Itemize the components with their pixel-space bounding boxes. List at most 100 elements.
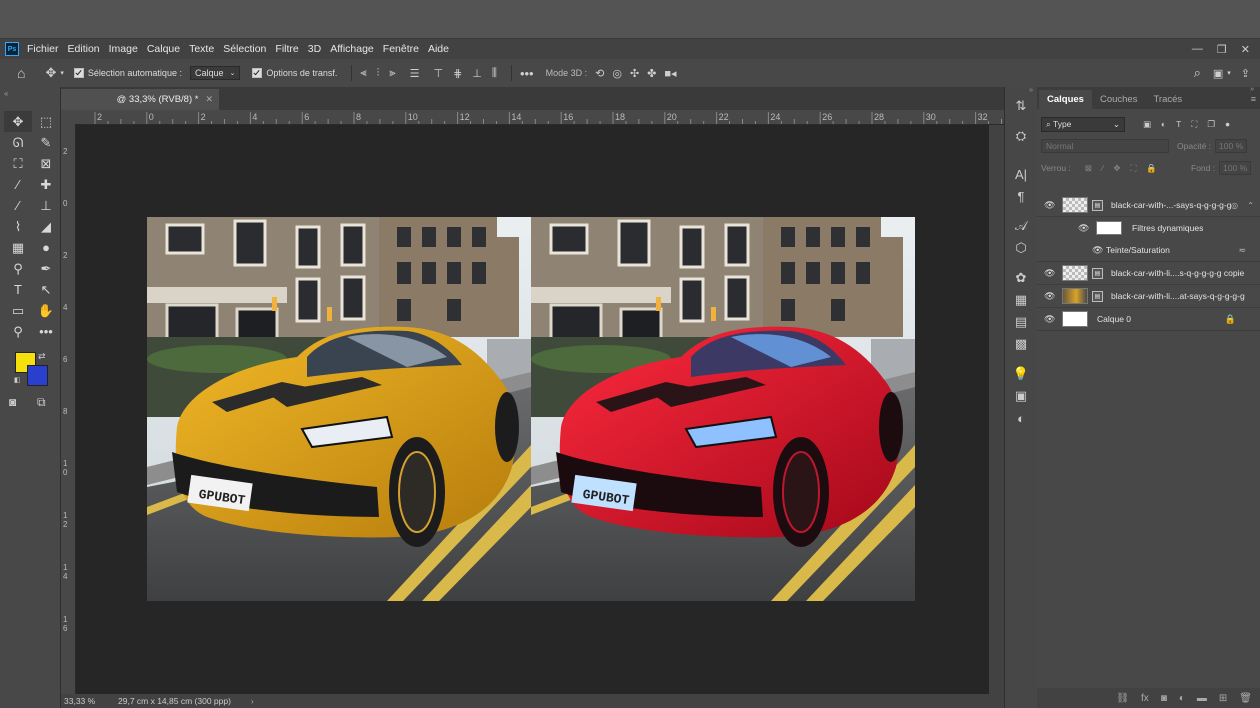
filter-options-icon[interactable]: ≂ [1238, 245, 1246, 256]
path-select-icon[interactable]: ↖ [32, 279, 60, 300]
move-tool-icon[interactable]: ✥ [45, 65, 56, 81]
move-tool-icon[interactable]: ✥ [4, 111, 32, 132]
background-color-swatch[interactable] [27, 365, 48, 386]
collapse-icon[interactable]: » [1250, 86, 1254, 93]
gradient-tool-icon[interactable]: ▦ [4, 237, 32, 258]
learn-icon[interactable]: 💡 [1005, 363, 1037, 385]
rectangle-tool-icon[interactable]: ▭ [4, 300, 32, 321]
character-icon[interactable]: A| [1005, 163, 1037, 185]
menu-filtre[interactable]: Filtre [275, 43, 298, 55]
chevron-down-icon[interactable]: ▾ [60, 69, 64, 77]
align-center-icon[interactable]: ⫶ [377, 67, 380, 80]
scale-3d-icon[interactable]: ■◂ [664, 67, 676, 80]
distribute-vertical-icon[interactable]: ⫼ [492, 67, 497, 80]
align-top-icon[interactable]: ⊤ [433, 67, 443, 80]
trash-icon[interactable]: 🗑 [1239, 693, 1252, 704]
menu-affichage[interactable]: Affichage [330, 43, 374, 55]
dodge-tool-icon[interactable]: ⚲ [4, 258, 32, 279]
align-left-icon[interactable]: ⫷ [360, 67, 366, 80]
panel-menu-icon[interactable]: ≡ [1251, 94, 1260, 109]
layer-row[interactable]: 👁 Teinte/Saturation ≂ [1037, 239, 1260, 262]
filter-type-icon[interactable]: T [1176, 119, 1181, 129]
libraries-icon[interactable]: ▣ [1005, 385, 1037, 407]
filter-shape-icon[interactable]: ⛶ [1191, 119, 1197, 130]
minimize-icon[interactable]: — [1192, 43, 1203, 55]
pan-3d-icon[interactable]: ✣ [630, 67, 639, 80]
orbit-3d-icon[interactable]: ⟲ [595, 67, 604, 80]
brushes-icon[interactable]: ✿ [1005, 267, 1037, 289]
layer-row[interactable]: 👁 ▤ black-car-with-li....s-q-g-g-g-g cop… [1037, 262, 1260, 285]
menu-aide[interactable]: Aide [428, 43, 449, 55]
fx-icon[interactable]: fx [1141, 693, 1149, 704]
pen-tool-icon[interactable]: ✒ [32, 258, 60, 279]
auto-select-checkbox[interactable] [73, 68, 84, 78]
lock-pixels-icon[interactable]: ∕ [1102, 163, 1103, 173]
link-icon[interactable]: ⛓ [1116, 693, 1129, 704]
fill-field[interactable]: 100 % [1219, 161, 1252, 175]
layer-row[interactable]: 👁 ▤ black-car-with-li....at-says-q-g-g-g… [1037, 285, 1260, 308]
screen-mode-icon[interactable]: ⧉ [37, 395, 46, 410]
folder-icon[interactable]: ▬ [1197, 693, 1207, 704]
filter-toggle-icon[interactable]: ● [1225, 119, 1230, 129]
eye-icon[interactable]: 👁 [1092, 245, 1103, 256]
hand-tool-icon[interactable]: ✋ [32, 300, 60, 321]
layer-filter-dropdown[interactable]: ⌕ Type ⌄ [1041, 116, 1125, 132]
history-icon[interactable]: ⇅ [1005, 95, 1037, 117]
menu-selection[interactable]: Sélection [223, 43, 266, 55]
brush-tool-icon[interactable]: ∕ [4, 195, 32, 216]
document-tab[interactable]: @ 33,3% (RVB/8) * ✕ [61, 89, 219, 110]
lock-all-icon[interactable]: 🔒 [1146, 163, 1157, 174]
3d-icon[interactable]: ⬡ [1005, 237, 1037, 259]
layer-row[interactable]: 👁 Filtres dynamiques [1037, 217, 1260, 239]
swatches-icon[interactable]: ▦ [1005, 289, 1037, 311]
align-right-icon[interactable]: ⫸ [389, 67, 395, 80]
patterns-icon[interactable]: ▩ [1005, 333, 1037, 355]
lock-position-icon[interactable]: ✥ [1113, 163, 1120, 174]
more-options-icon[interactable]: ••• [520, 66, 534, 81]
mask-icon[interactable]: ◙ [1161, 693, 1167, 704]
filter-smart-icon[interactable]: ❐ [1207, 119, 1215, 130]
properties-icon[interactable]: ⛭ [1005, 125, 1037, 147]
align-middle-icon[interactable]: ⋕ [453, 67, 462, 80]
close-tab-icon[interactable]: ✕ [205, 94, 213, 105]
adjustment-layer-icon[interactable]: ◐ [1179, 693, 1185, 704]
align-bottom-icon[interactable]: ⊥ [472, 67, 482, 80]
eye-icon[interactable]: 👁 [1044, 291, 1055, 302]
auto-select-dropdown[interactable]: Calque ⌄ [189, 66, 241, 80]
chevron-up-icon[interactable]: ⌃ [1247, 201, 1254, 210]
filter-pixel-icon[interactable]: ▣ [1143, 119, 1151, 130]
filter-adjust-icon[interactable]: ◐ [1161, 119, 1166, 129]
menu-calque[interactable]: Calque [147, 43, 180, 55]
eye-icon[interactable]: 👁 [1044, 268, 1055, 279]
app-logo[interactable]: Ps [5, 42, 19, 56]
eyedropper-icon[interactable]: ⁄ [4, 174, 32, 195]
layer-row[interactable]: 👁 Calque 0 🔒 [1037, 308, 1260, 331]
crop-tool-icon[interactable]: ⛶ [4, 153, 32, 174]
menu-fenetre[interactable]: Fenêtre [383, 43, 419, 55]
marquee-tool-icon[interactable]: ⬚ [32, 111, 60, 132]
default-colors-icon[interactable]: ◧ [14, 376, 21, 384]
lasso-tool-icon[interactable]: ᘏ [4, 132, 32, 153]
quick-mask-icon[interactable]: ◙ [9, 395, 16, 409]
restore-icon[interactable]: ❐ [1217, 43, 1227, 56]
menu-3d[interactable]: 3D [308, 43, 321, 55]
zoom-level[interactable]: 33,33 % [64, 696, 112, 706]
menu-fichier[interactable]: Fichier [27, 43, 59, 55]
opacity-field[interactable]: 100 % [1215, 139, 1248, 153]
tab-couches[interactable]: Couches [1092, 90, 1146, 109]
auto-select-option[interactable]: Sélection automatique : Calque ⌄ [73, 66, 241, 80]
eye-icon[interactable]: 👁 [1044, 200, 1055, 211]
stamp-tool-icon[interactable]: ⊥ [32, 195, 60, 216]
more-tools-icon[interactable]: ••• [32, 321, 60, 342]
collapse-icon[interactable]: » [1005, 87, 1037, 95]
gradients-icon[interactable]: ▤ [1005, 311, 1037, 333]
home-icon[interactable]: ⌂ [17, 65, 25, 81]
menu-edition[interactable]: Edition [68, 43, 100, 55]
glyphs-icon[interactable]: 𝒜 [1005, 215, 1037, 237]
type-tool-icon[interactable]: T [4, 279, 32, 300]
lock-transparent-icon[interactable]: ⊠ [1085, 163, 1092, 174]
zoom-tool-icon[interactable]: ⚲ [4, 321, 32, 342]
tab-calques[interactable]: Calques [1039, 90, 1092, 109]
transform-option[interactable]: Options de transf. [252, 68, 337, 78]
share-icon[interactable]: ⇪ [1241, 67, 1250, 80]
